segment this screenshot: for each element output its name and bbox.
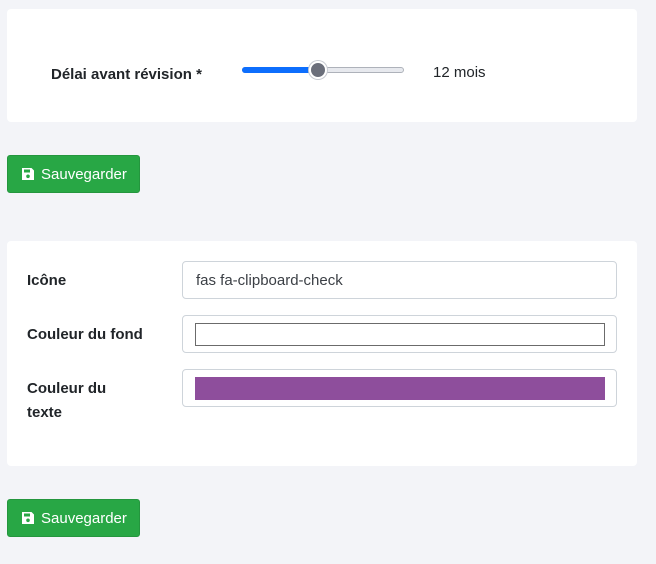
text-color-field[interactable] — [182, 369, 617, 407]
slider-thumb[interactable] — [309, 61, 327, 79]
floppy-disk-icon — [22, 512, 34, 524]
floppy-disk-icon — [22, 168, 34, 180]
save-button-label: Sauvegarder — [41, 509, 127, 527]
background-color-field[interactable] — [182, 315, 617, 353]
save-button[interactable]: Sauvegarder — [7, 155, 140, 193]
icon-field[interactable] — [182, 261, 617, 299]
revision-card: Délai avant révision * 12 mois — [7, 9, 637, 122]
save-button-label: Sauvegarder — [41, 165, 127, 183]
revision-delay-value: 12 mois — [433, 64, 486, 81]
background-color-label: Couleur du fond — [27, 326, 143, 343]
revision-delay-slider[interactable] — [242, 61, 404, 79]
save-button[interactable]: Sauvegarder — [7, 499, 140, 537]
text-color-label: Couleur du texte — [27, 380, 107, 421]
slider-fill — [242, 67, 318, 73]
background-color-swatch[interactable] — [195, 323, 605, 346]
icon-label: Icône — [27, 272, 67, 289]
icon-input[interactable] — [183, 262, 616, 298]
text-color-swatch[interactable] — [195, 377, 605, 400]
appearance-card: Icône Couleur du fond Couleur du texte — [7, 241, 637, 466]
revision-delay-label: Délai avant révision * — [51, 66, 202, 83]
